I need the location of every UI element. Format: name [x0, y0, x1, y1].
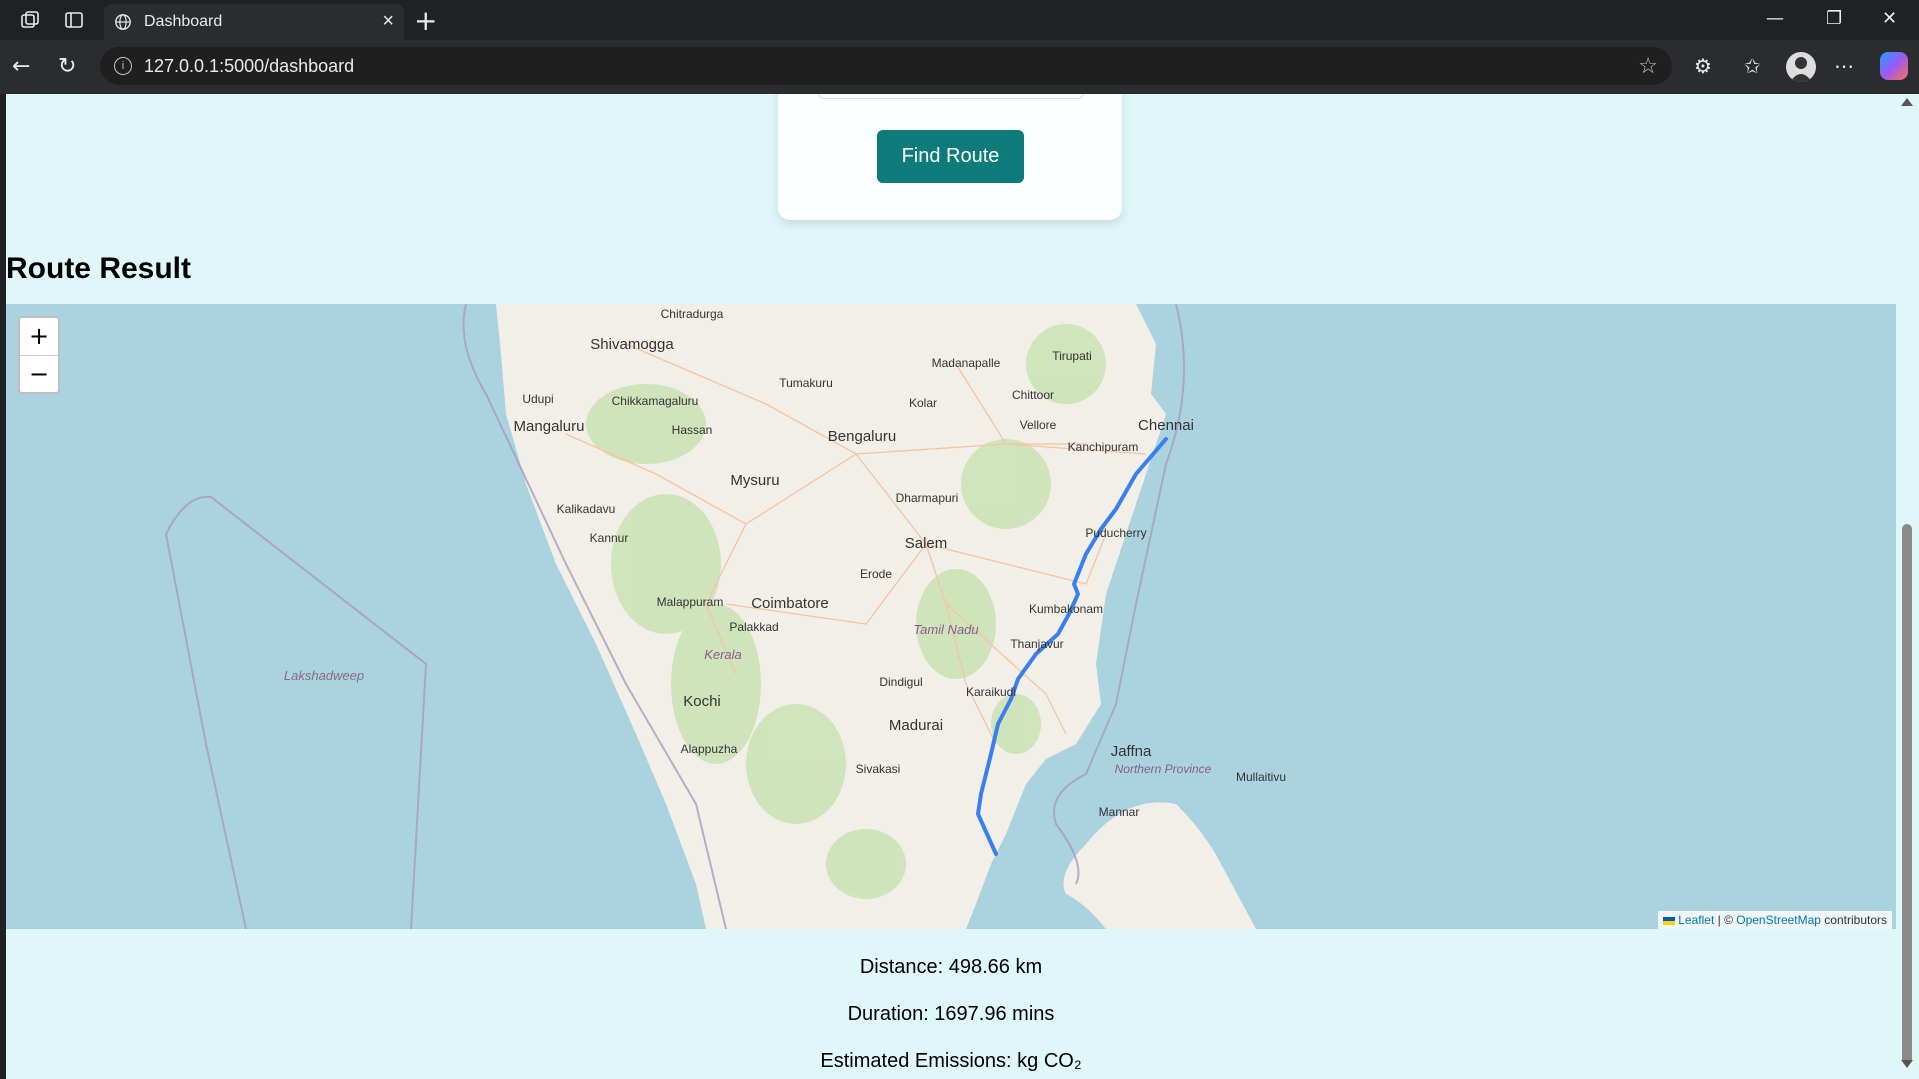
more-menu-icon[interactable]: ⋯ — [1834, 54, 1854, 78]
route-map[interactable]: Chitradurga Shivamogga Madanapalle Tirup… — [6, 304, 1896, 929]
map-label: Mannar — [1099, 805, 1140, 819]
map-label: Mysuru — [730, 472, 779, 489]
map-label: Malappuram — [657, 595, 724, 609]
emissions-text: Estimated Emissions: kg CO₂ — [820, 1050, 1082, 1072]
favorites-icon[interactable]: ✩ — [1744, 54, 1761, 78]
map-attribution: Leaflet | © OpenStreetMap contributors — [1658, 911, 1892, 929]
map-label: Mangaluru — [514, 418, 585, 435]
map-label: Udupi — [522, 392, 553, 406]
leaflet-link[interactable]: Leaflet — [1678, 913, 1714, 927]
map-label: Bengaluru — [828, 428, 896, 445]
map-label: Kerala — [704, 647, 742, 662]
attribution-separator: | © — [1714, 913, 1737, 927]
map-label: Kannur — [590, 531, 629, 545]
find-route-button[interactable]: Find Route — [877, 130, 1024, 183]
vertical-tabs-icon[interactable] — [62, 8, 86, 32]
map-label: Shivamogga — [590, 336, 674, 353]
address-bar[interactable]: i 127.0.0.1:5000/dashboard ☆ — [100, 47, 1672, 85]
map-label: Chennai — [1138, 417, 1194, 434]
site-info-icon[interactable]: i — [114, 57, 132, 75]
map-label: Dindigul — [879, 675, 922, 689]
browser-toolbar: ← ↻ i 127.0.0.1:5000/dashboard ☆ ⚙ ✩ ⋯ — [0, 40, 1919, 94]
page-content: Find Route Route Result Chitradurga Shiv… — [6, 94, 1896, 1079]
map-label: Kalikadavu — [557, 502, 616, 516]
openstreetmap-link[interactable]: OpenStreetMap — [1736, 913, 1821, 927]
page-scrollbar[interactable] — [1896, 94, 1919, 1079]
map-label: Alappuzha — [681, 742, 738, 756]
map-label: Kanchipuram — [1068, 440, 1139, 454]
distance-text: Distance: 498.66 km — [859, 956, 1043, 978]
map-label: Salem — [905, 535, 948, 552]
scrollbar-thumb[interactable] — [1902, 524, 1912, 1064]
map-label: Jaffna — [1111, 743, 1152, 760]
zoom-out-button[interactable]: − — [20, 356, 58, 393]
map-label: Coimbatore — [751, 595, 829, 612]
extensions-icon[interactable]: ⚙ — [1694, 54, 1712, 78]
url-text[interactable]: 127.0.0.1:5000/dashboard — [144, 56, 354, 77]
duration-text: Duration: 1697.96 mins — [847, 1003, 1055, 1025]
map-label: Hassan — [672, 423, 713, 437]
map-label: Sivakasi — [856, 762, 901, 776]
map-label: Chitradurga — [661, 307, 724, 321]
map-label: Palakkad — [729, 620, 778, 634]
close-tab-icon[interactable]: × — [382, 10, 394, 33]
favorite-star-icon[interactable]: ☆ — [1638, 53, 1658, 79]
input-field-bottom[interactable] — [818, 94, 1084, 99]
map-label: Erode — [860, 567, 892, 581]
minimize-icon[interactable]: — — [1766, 8, 1784, 29]
map-label: Puducherry — [1085, 526, 1146, 540]
map-label: Mullaitivu — [1236, 770, 1286, 784]
map-label: Tamil Nadu — [913, 622, 978, 637]
map-label: Chikkamagaluru — [612, 394, 699, 408]
map-label: Dharmapuri — [896, 491, 959, 505]
ukraine-flag-icon — [1663, 916, 1676, 925]
back-icon[interactable]: ← — [12, 54, 30, 79]
tab-title: Dashboard — [144, 13, 223, 30]
map-label: Karaikudi — [966, 685, 1016, 699]
globe-icon — [115, 14, 131, 30]
map-label: Vellore — [1020, 418, 1057, 432]
profile-avatar[interactable] — [1786, 52, 1816, 82]
map-label: Kumbakonam — [1029, 602, 1103, 616]
copilot-icon[interactable] — [1880, 52, 1908, 80]
window-close-icon[interactable]: ✕ — [1882, 8, 1897, 29]
attribution-tail: contributors — [1820, 913, 1887, 927]
map-label: Tirupati — [1052, 349, 1092, 363]
tab-dashboard[interactable]: Dashboard × — [104, 4, 404, 40]
map-tiles: Chitradurga Shivamogga Madanapalle Tirup… — [164, 304, 1286, 929]
scroll-down-icon[interactable] — [1901, 1060, 1913, 1068]
map-label: Madurai — [889, 717, 943, 734]
map-label: Thanjavur — [1010, 637, 1063, 651]
map-label: Kochi — [683, 693, 721, 710]
new-tab-icon[interactable]: + — [414, 4, 437, 37]
workspaces-icon[interactable] — [18, 8, 42, 32]
map-label: Kolar — [909, 396, 937, 410]
zoom-in-button[interactable]: + — [20, 318, 58, 356]
browser-tab-bar: Dashboard × + — ❐ ✕ — [0, 0, 1919, 40]
map-label: Madanapalle — [932, 356, 1001, 370]
restore-icon[interactable]: ❐ — [1826, 8, 1842, 29]
scroll-up-icon[interactable] — [1901, 98, 1913, 106]
map-label: Lakshadweep — [284, 668, 364, 683]
map-label: Tumakuru — [779, 376, 833, 390]
map-label: Northern Province — [1115, 762, 1212, 776]
reload-icon[interactable]: ↻ — [58, 54, 76, 79]
route-result-heading: Route Result — [6, 252, 192, 285]
map-label: Chittoor — [1012, 388, 1054, 402]
zoom-control: + − — [18, 316, 60, 394]
route-form-card: Find Route — [778, 94, 1122, 220]
